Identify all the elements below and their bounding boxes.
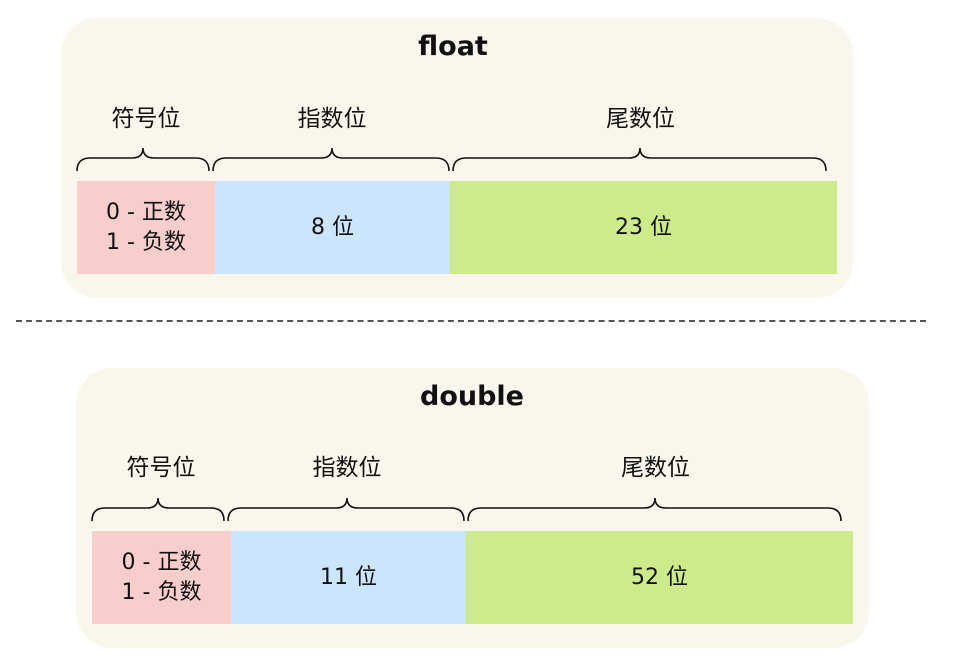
- double-sign-brace: [91, 497, 225, 522]
- double-sign-cell: 0 - 正数 1 - 负数: [92, 531, 231, 624]
- double-sign-positive: 0 - 正数: [121, 549, 202, 575]
- double-exponent-cell: 11 位: [231, 531, 466, 624]
- double-exponent-brace: [227, 497, 465, 522]
- double-mantissa-cell: 52 位: [466, 531, 853, 624]
- double-mantissa-bits: 52 位: [631, 564, 688, 590]
- double-exponent-bits: 11 位: [320, 564, 377, 590]
- double-mantissa-brace: [467, 497, 842, 522]
- double-sign-negative: 1 - 负数: [121, 579, 202, 605]
